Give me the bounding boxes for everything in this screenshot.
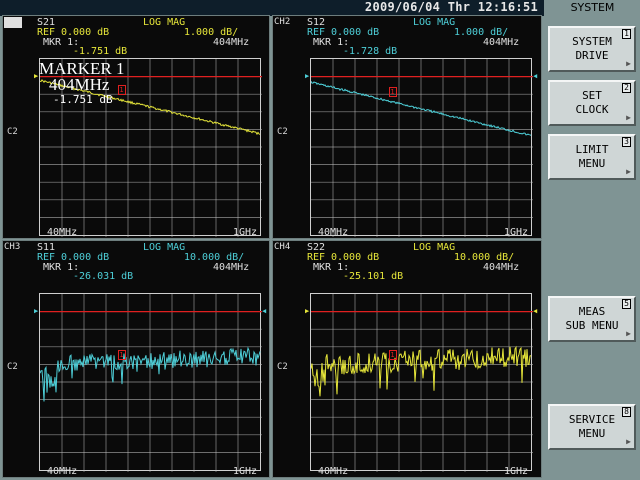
channel-id: CH3 — [4, 242, 21, 252]
softkey-sidebar: SYSTEM 1 SYSTEM DRIVE ▶ 2 SET CLOCK ▶ 3 … — [545, 0, 640, 480]
trace-graticule[interactable] — [39, 293, 262, 472]
softkey-label: SYSTEM DRIVE — [572, 35, 612, 62]
triangle-left-icon: ◀ — [262, 306, 267, 315]
triangle-right-icon: ▶ — [34, 306, 39, 315]
limit-menu-button[interactable]: 3 LIMIT MENU ▶ — [548, 134, 636, 180]
format-label: LOG MAG — [413, 242, 456, 253]
start-frequency: 40MHz — [47, 466, 78, 477]
arrow-right-icon: ▶ — [626, 437, 631, 446]
stop-frequency: 1GHz — [233, 466, 258, 477]
marker-frequency: 404MHz — [483, 37, 520, 48]
stop-frequency: 1GHz — [504, 466, 529, 477]
trace-graticule[interactable] — [310, 293, 533, 472]
marker-value: -25.101 dB — [343, 271, 404, 282]
marker-1-indicator[interactable]: 1 — [117, 84, 126, 95]
format-label: LOG MAG — [143, 242, 186, 253]
triangle-left-icon: ◀ — [533, 306, 538, 315]
graticule-svg — [40, 294, 262, 472]
marker-frequency: 404MHz — [213, 262, 250, 273]
coupling-label: C2 — [277, 127, 288, 137]
channel-id: CH1 — [4, 17, 23, 28]
meas-sub-menu-button[interactable]: 5 MEAS SUB MENU ▶ — [548, 296, 636, 342]
start-frequency: 40MHz — [318, 227, 349, 238]
channel-panel-ch4[interactable]: CH4 S22 LOG MAG REF 0.000 dB 10.000 dB/MKR 1:… — [272, 240, 542, 478]
menu-title: SYSTEM — [570, 1, 615, 14]
set-clock-button[interactable]: 2 SET CLOCK ▶ — [548, 80, 636, 126]
triangle-right-icon: ▶ — [305, 306, 310, 315]
stop-frequency: 1GHz — [504, 227, 529, 238]
marker-readout-value: -1.751 dB — [53, 93, 113, 106]
marker-1-indicator[interactable]: 1 — [388, 350, 397, 361]
softkey-label: SET CLOCK — [575, 89, 609, 116]
channel-id: CH4 — [274, 242, 291, 252]
triangle-left-icon: ◀ — [533, 71, 538, 80]
softkey-label: SERVICE MENU — [568, 413, 616, 440]
start-frequency: 40MHz — [318, 466, 349, 477]
marker-value: -26.031 dB — [73, 271, 134, 282]
format-label: LOG MAG — [143, 17, 186, 28]
graticule-svg — [311, 59, 533, 237]
marker-frequency: 404MHz — [213, 37, 250, 48]
triangle-right-icon: ▶ — [305, 71, 310, 80]
system-drive-button[interactable]: 1 SYSTEM DRIVE ▶ — [548, 26, 636, 72]
channel-id: CH2 — [274, 17, 291, 27]
marker-readout-frequency: 404MHz — [49, 75, 110, 94]
start-frequency: 40MHz — [47, 227, 78, 238]
channel-panel-ch2[interactable]: CH2 S12 LOG MAG REF 0.000 dB 1.000 dB/MKR 1: 4… — [272, 15, 542, 239]
service-menu-button[interactable]: 8 SERVICE MENU ▶ — [548, 404, 636, 450]
marker-frequency: 404MHz — [483, 262, 520, 273]
stop-frequency: 1GHz — [233, 227, 258, 238]
marker-1-indicator[interactable]: 1 — [388, 86, 397, 97]
trace-graticule[interactable] — [310, 58, 533, 237]
arrow-right-icon: ▶ — [626, 329, 631, 338]
arrow-right-icon: ▶ — [626, 59, 631, 68]
coupling-label: C2 — [277, 362, 288, 372]
channel-panel-ch1[interactable]: CH1 S21 LOG MAG REF 0.000 dB 1.000 dB/MKR 1: 4… — [2, 15, 270, 239]
coupling-label: C2 — [7, 127, 18, 137]
marker-value: -1.751 dB — [73, 46, 128, 57]
graticule-svg — [311, 294, 533, 472]
softkey-label: MEAS SUB MENU — [565, 305, 619, 332]
top-status-bar: 2009/06/04 Thr 12:16:51 — [0, 0, 544, 16]
coupling-label: C2 — [7, 362, 18, 372]
arrow-right-icon: ▶ — [626, 167, 631, 176]
channel-panel-ch3[interactable]: CH3 S11 LOG MAG REF 0.000 dB 10.000 dB/MKR 1:… — [2, 240, 270, 478]
datetime-display: 2009/06/04 Thr 12:16:51 — [364, 0, 538, 14]
triangle-right-icon: ▶ — [34, 71, 39, 80]
softkey-label: LIMIT MENU — [575, 143, 609, 170]
marker-value: -1.728 dB — [343, 46, 398, 57]
arrow-right-icon: ▶ — [626, 113, 631, 122]
format-label: LOG MAG — [413, 17, 456, 28]
marker-1-indicator[interactable]: 1 — [117, 350, 126, 361]
